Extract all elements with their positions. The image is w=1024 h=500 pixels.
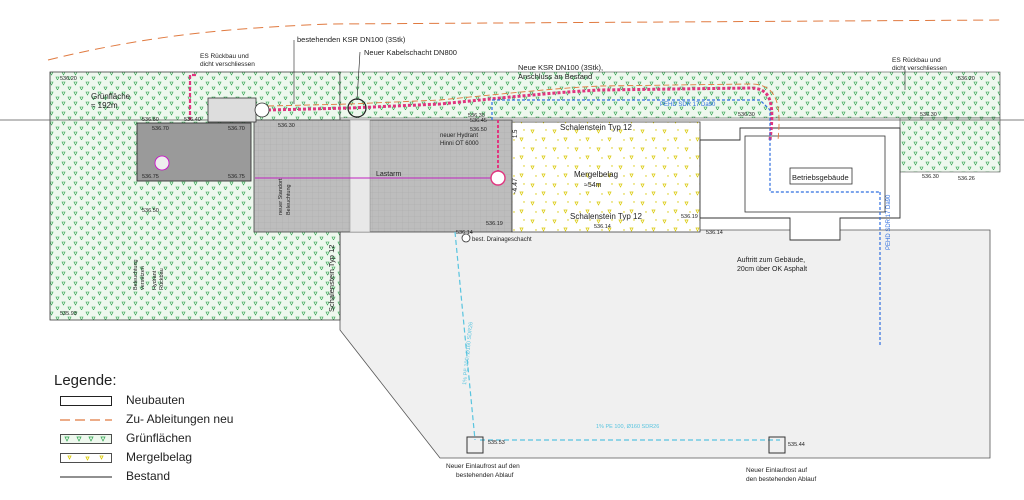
pehd-right-label: PEHD SDR 17 Da90 — [886, 194, 892, 250]
elev-536-75-a: 536.75 — [142, 174, 159, 180]
legend-symbol-box — [60, 396, 112, 406]
green-area-right — [899, 117, 1001, 173]
hydrant-rueckbau-2: Rückbau — [159, 268, 165, 290]
elev-536-14-b: 536.14 — [594, 224, 611, 230]
elev-536-70-a: 536.70 — [152, 126, 169, 132]
kabelschacht-label: Neuer Kabelschacht DN800 — [364, 48, 457, 57]
elev-536-40: 536.40 — [184, 117, 201, 123]
lastarm-label: Lastarm — [376, 171, 401, 178]
legend-label-neubauten: Neubauten — [126, 393, 185, 407]
elev-536-50-a: 536.50 — [142, 117, 159, 123]
elev-536-20-b: 536.20 — [958, 76, 975, 82]
elev-536-30-e: 536.30 — [922, 174, 939, 180]
elev-536-30-a: 536.30 — [278, 123, 295, 129]
es-left-label-1: ES Rückbau und — [200, 53, 249, 60]
legend-symbol-green — [60, 434, 112, 444]
mergelbelag-label-1: Mergelbelag — [574, 170, 618, 179]
elev-535-53: 535.53 — [488, 440, 505, 446]
es-right-label-2: dicht verschliessen — [892, 65, 947, 72]
elev-536-75-b: 536.75 — [228, 174, 245, 180]
asphalt-area — [339, 229, 991, 459]
hydrant-symbol — [490, 170, 506, 186]
schalenstein-top-label: Schalenstein Typ 12 — [560, 123, 632, 132]
ksr-new-label-1: Neue KSR DN100 (3Stk), — [518, 63, 603, 72]
elev-536-50-c: 536.50 — [470, 127, 487, 133]
legend-item-mergelbelag: Mergelbelag — [60, 449, 290, 467]
elev-536-30-d: 536.30 — [920, 112, 937, 118]
ksr-new-label-2: Anschluss an Bestand — [518, 72, 592, 81]
elev-536-26: 536.26 — [958, 176, 975, 182]
schalenstein-mid-label: Schalenstein Typ 12 — [570, 212, 642, 221]
legend-item-neubauten: Neubauten — [60, 392, 290, 410]
gruenflaeche-label-2: ≈ 192m — [91, 101, 118, 110]
dimension-small: 1.5 — [513, 129, 519, 138]
parcel-boundary-dashed — [47, 19, 1001, 61]
einlauf-right-label-1: Neuer Einlaufrost auf — [746, 467, 807, 474]
einlauf-right-label-2: den bestehenden Ablauf — [746, 476, 816, 483]
elev-536-70-b: 536.70 — [228, 126, 245, 132]
legend-item-leitungen: Zu- Ableitungen neu — [60, 411, 290, 429]
hydrant-label-2: Hinni OT 6000 — [440, 141, 479, 147]
elev-535-44: 535.44 — [788, 442, 805, 448]
legend-label-bestand: Bestand — [126, 469, 171, 483]
elev-536-19-a: 536.19 — [486, 221, 503, 227]
hydrant-rueckbau-1: Hydrant — [152, 270, 158, 290]
es-right-label-1: ES Rückbau und — [892, 57, 941, 64]
beleuchtung-label-1: neuer Standort — [278, 178, 284, 215]
green-area-top — [339, 71, 1001, 119]
legend-symbol-line — [60, 476, 112, 478]
einlauf-left-label-2: bestehenden Ablauf — [456, 472, 514, 479]
beleuchtung-versetzen-2: versetzen — [140, 266, 146, 290]
pipe-horiz-label: 1% PE 100, Ø160 SDR26 — [596, 424, 659, 430]
legend: Legende: Neubauten Zu- Ableitungen neu G… — [54, 372, 294, 490]
legend-title: Legende: — [54, 372, 117, 389]
elev-536-20-a: 536.20 — [60, 76, 77, 82]
elev-536-19-b: 536.19 — [681, 214, 698, 220]
legend-item-gruenflaechen: Grünflächen — [60, 430, 290, 448]
paving-strip — [349, 119, 371, 233]
es-left-label-2: dicht verschliessen — [200, 61, 255, 68]
dimension-vertical: -4.47 — [512, 178, 519, 194]
elev-536-14-c: 536.14 — [706, 230, 723, 236]
drainage-label: best. Drainageschacht — [472, 237, 532, 243]
gruenflaeche-label-1: Grünfläche — [91, 92, 131, 101]
elev-536-50-b: 536.50 — [142, 208, 159, 214]
auftritt-label-1: Auftritt zum Gebäude, — [737, 257, 805, 264]
hydrant-label-1: neuer Hydrant — [440, 133, 478, 139]
legend-item-bestand: Bestand — [60, 468, 290, 486]
beleuchtung-label-2: Beleuchtung — [286, 184, 292, 215]
elev-536-30-c: 536.30 — [738, 112, 755, 118]
ksr-existing-label: bestehenden KSR DN100 (3Stk) — [297, 35, 406, 44]
schalenstein-left-label: Schalenstein Typ 12 — [327, 245, 336, 312]
beleuchtung-versetzen-1: Beleuchtung — [133, 259, 139, 290]
elev-536-45: 536.45 — [470, 118, 487, 124]
legend-symbol-mergel — [60, 453, 112, 463]
auftritt-label-2: 20cm über OK Asphalt — [737, 266, 807, 273]
mergelbelag-label-2: ≈54m — [584, 182, 602, 189]
betriebsgebaeude-label: Betriebsgebäude — [792, 173, 849, 182]
legend-symbol-dash — [60, 419, 112, 421]
existing-shaft-top — [254, 102, 270, 118]
pehd-top-label: PEHD SDR 17 Da90 — [660, 102, 716, 108]
small-shaft — [207, 97, 257, 123]
left-building-circle — [154, 155, 170, 171]
legend-label-mergelbelag: Mergelbelag — [126, 450, 193, 464]
legend-label-gruenflaechen: Grünflächen — [126, 431, 192, 445]
einlauf-left-label-1: Neuer Einlaufrost auf den — [446, 463, 520, 470]
legend-label-leitungen: Zu- Ableitungen neu — [126, 412, 234, 426]
elev-536-14-a: 536.14 — [456, 230, 473, 236]
elev-535-93: 535.93 — [60, 311, 77, 317]
